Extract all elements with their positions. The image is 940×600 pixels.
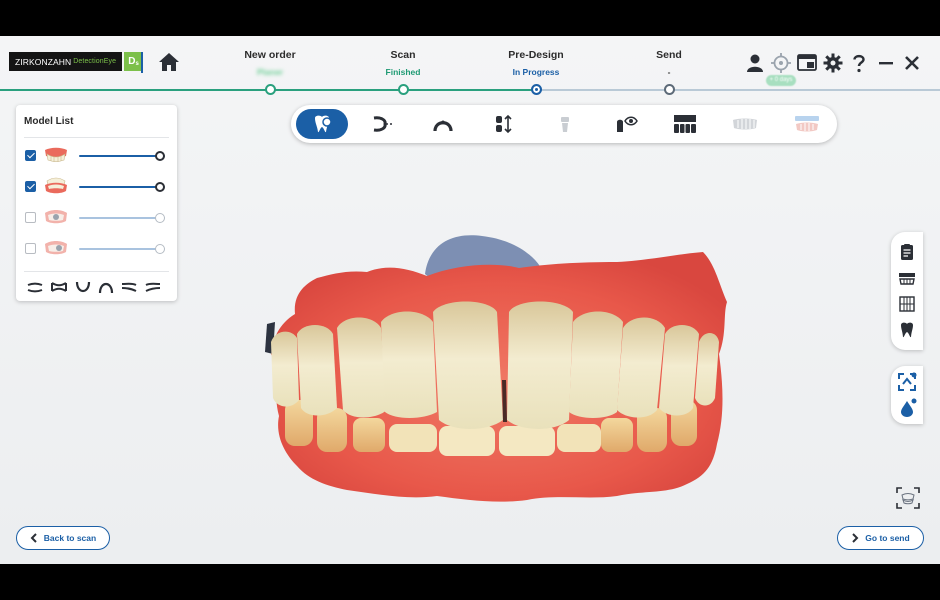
- tooth-select-icon: [315, 115, 332, 133]
- model-checkbox[interactable]: [25, 212, 36, 223]
- step-status: Planer: [257, 67, 283, 77]
- left-bite-icon[interactable]: [144, 280, 162, 294]
- view-icon: [617, 116, 638, 132]
- step-status: -: [667, 67, 671, 77]
- distance-icon: [496, 114, 512, 134]
- opacity-slider[interactable]: [79, 151, 165, 161]
- model-list-panel: Model List: [16, 105, 177, 301]
- step-dot-scan[interactable]: [398, 84, 409, 95]
- screenshot-icon[interactable]: [796, 52, 818, 74]
- chevron-right-icon: [852, 533, 859, 543]
- upper-model-icon[interactable]: [897, 268, 917, 288]
- opacity-slider[interactable]: [79, 213, 165, 223]
- step-dot-send[interactable]: [664, 84, 675, 95]
- upper-icon[interactable]: [97, 280, 115, 294]
- target-icon[interactable]: [770, 52, 792, 74]
- app-window: ZIRKONZAHN DetectionEye Ds New order Pla…: [0, 36, 940, 564]
- bite-icon[interactable]: [50, 280, 68, 294]
- bridge-icon: [733, 118, 757, 130]
- logo-wordmark: ZIRKONZAHN DetectionEye: [9, 52, 123, 71]
- face-scan-icon: [795, 116, 819, 132]
- gear-icon[interactable]: [822, 52, 844, 74]
- logo-divider: [141, 52, 143, 73]
- step-dot-new-order[interactable]: [265, 84, 276, 95]
- back-label: Back to scan: [43, 533, 97, 543]
- bite-model-icon[interactable]: [897, 294, 917, 314]
- lower-icon[interactable]: [74, 280, 92, 294]
- status-badge: + 0 days: [766, 75, 796, 86]
- step-scan[interactable]: Scan Finished: [348, 49, 458, 77]
- step-pre-design[interactable]: Pre-Design In Progress: [481, 49, 591, 77]
- model-row-lower-scan: [16, 238, 177, 260]
- minimize-icon[interactable]: [875, 52, 897, 74]
- lower-jaw-icon: [45, 177, 67, 194]
- close-icon[interactable]: [901, 52, 923, 74]
- divider: [24, 271, 169, 272]
- go-to-send-button[interactable]: Go to send: [837, 526, 924, 550]
- tool-distance[interactable]: [482, 109, 526, 139]
- model-row-lower-jaw: [16, 176, 177, 198]
- tooth-icon[interactable]: [897, 320, 917, 340]
- design-toolbar: [291, 105, 837, 143]
- help-icon[interactable]: [848, 52, 870, 74]
- model-list-title: Model List: [24, 116, 74, 127]
- tool-implant[interactable]: [543, 109, 587, 139]
- step-status: Finished: [385, 67, 421, 77]
- right-tool-panel: [891, 232, 923, 350]
- header: ZIRKONZAHN DetectionEye Ds New order Pla…: [0, 36, 940, 95]
- 3d-scan-viewport[interactable]: [257, 204, 741, 506]
- tool-bridge[interactable]: [723, 109, 767, 139]
- opacity-slider[interactable]: [79, 182, 165, 192]
- model-checkbox[interactable]: [25, 181, 36, 192]
- back-to-scan-button[interactable]: Back to scan: [16, 526, 110, 550]
- arch-icon: [433, 120, 453, 132]
- color-drop-icon[interactable]: [897, 398, 917, 418]
- step-name: New order: [244, 49, 296, 61]
- step-name: Send: [656, 49, 682, 61]
- upper-jaw-icon: [45, 147, 67, 162]
- tool-crowns[interactable]: [663, 109, 707, 139]
- capture-frame-icon[interactable]: [895, 486, 921, 510]
- lower-scan-icon: [45, 241, 67, 255]
- divider: [24, 137, 169, 138]
- upper-open-icon[interactable]: [26, 280, 44, 294]
- home-icon[interactable]: [158, 52, 180, 72]
- upper-scan-icon: [45, 210, 67, 224]
- clipboard-icon[interactable]: [897, 242, 917, 262]
- logo-company: ZIRKONZAHN: [15, 56, 72, 67]
- opacity-slider[interactable]: [79, 244, 165, 254]
- next-label: Go to send: [865, 533, 910, 543]
- tool-face-scan[interactable]: [785, 109, 829, 139]
- fit-view-icon[interactable]: [897, 372, 917, 392]
- user-icon[interactable]: [744, 52, 766, 74]
- model-row-upper-jaw: [16, 145, 177, 167]
- step-name: Pre-Design: [508, 49, 564, 61]
- model-checkbox[interactable]: [25, 150, 36, 161]
- step-name: Scan: [390, 49, 416, 61]
- tool-tooth-select[interactable]: [296, 109, 348, 139]
- right-view-panel: [891, 366, 923, 424]
- chevron-left-icon: [30, 533, 37, 543]
- tool-occlusion[interactable]: [361, 109, 405, 139]
- tool-view[interactable]: [604, 109, 648, 139]
- step-status: In Progress: [512, 67, 560, 77]
- model-checkbox[interactable]: [25, 243, 36, 254]
- model-row-upper-scan: [16, 207, 177, 229]
- right-bite-icon[interactable]: [120, 280, 138, 294]
- tool-arch[interactable]: [421, 109, 465, 139]
- occlusion-icon: [373, 116, 394, 132]
- brand-logo: ZIRKONZAHN DetectionEye Ds: [9, 52, 144, 71]
- logo-product: DetectionEye: [73, 58, 117, 65]
- step-dot-pre-design[interactable]: [531, 84, 542, 95]
- step-new-order[interactable]: New order Planer: [215, 49, 325, 77]
- implant-icon: [561, 117, 569, 132]
- crowns-icon: [674, 115, 696, 133]
- step-send[interactable]: Send -: [614, 49, 724, 77]
